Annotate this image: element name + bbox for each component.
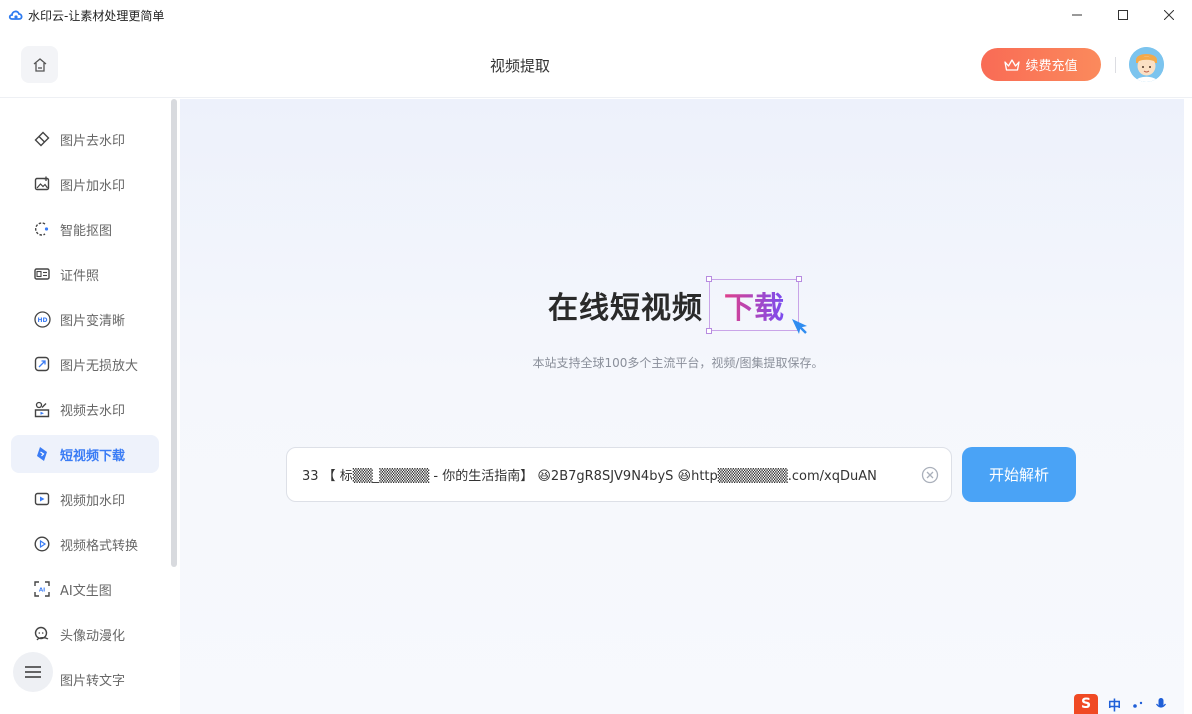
sidebar-item-label: AI文生图	[60, 583, 112, 599]
close-icon	[1164, 10, 1174, 20]
sidebar-item-add-image-watermark[interactable]: 图片加水印	[11, 165, 159, 203]
video-add-icon	[33, 490, 51, 508]
minimize-icon	[1072, 14, 1082, 16]
sidebar-item-ai-text-to-image[interactable]: AI AI文生图	[11, 570, 159, 608]
clear-input-icon[interactable]	[921, 466, 939, 484]
video-eraser-icon	[33, 400, 51, 418]
hero-subtitle: 本站支持全球100多个主流平台，视频/图集提取保存。	[532, 356, 824, 370]
download-icon	[33, 445, 51, 463]
hero-highlight-box: 下载	[706, 276, 802, 334]
system-tray: S 中	[1074, 694, 1167, 714]
header-divider	[1115, 57, 1116, 73]
sidebar-item-smart-cutout[interactable]: 智能抠图	[11, 210, 159, 248]
sidebar: 图片去水印 图片加水印 智能抠图 证件照 HD 图片变清晰 图片无损放大 视频去…	[0, 99, 180, 714]
sidebar-item-label: 视频格式转换	[60, 538, 139, 554]
hd-icon: HD	[33, 310, 51, 328]
sidebar-item-label: 图片变清晰	[60, 313, 126, 329]
sidebar-scrollbar[interactable]	[171, 99, 177, 567]
window-title: 水印云-让素材处理更简单	[28, 8, 165, 23]
start-parse-button[interactable]: 开始解析	[962, 447, 1076, 502]
sidebar-item-label: 视频去水印	[60, 403, 126, 419]
hero-heading: 在线短视频 下载	[548, 276, 802, 334]
window-edge	[1184, 99, 1192, 714]
sidebar-item-label: 短视频下载	[60, 448, 126, 464]
sidebar-item-video-format-convert[interactable]: 视频格式转换	[11, 525, 159, 563]
sidebar-item-id-photo[interactable]: 证件照	[11, 255, 159, 293]
ime-language-indicator[interactable]: 中	[1108, 695, 1121, 714]
minimize-button[interactable]	[1054, 0, 1100, 30]
ime-punctuation-icon[interactable]	[1131, 697, 1145, 711]
id-card-icon	[33, 265, 51, 283]
hero-highlight-text: 下载	[724, 283, 784, 327]
svg-text:HD: HD	[37, 317, 47, 324]
sidebar-item-label: 图片转文字	[60, 673, 126, 689]
sidebar-item-label: 图片加水印	[60, 178, 126, 194]
sidebar-item-add-video-watermark[interactable]: 视频加水印	[11, 480, 159, 518]
page-title: 视频提取	[489, 57, 550, 75]
main-panel	[180, 99, 1184, 714]
sidebar-item-short-video-download[interactable]: 短视频下载	[11, 435, 159, 473]
format-convert-icon	[33, 535, 51, 553]
sidebar-item-label: 证件照	[60, 268, 100, 284]
video-url-value[interactable]: 33 【 标▒▒_▒▒▒▒▒ - 你的生活指南】 😆2B7gR8SJV9N4by…	[302, 465, 912, 484]
selection-handle	[796, 276, 802, 282]
maximize-icon	[1118, 10, 1128, 20]
svg-text:AI: AI	[39, 588, 45, 594]
sidebar-item-label: 图片去水印	[60, 133, 126, 149]
hero-title: 在线短视频	[548, 291, 703, 326]
eraser-icon	[33, 130, 51, 148]
hamburger-menu-icon	[25, 666, 41, 678]
close-button[interactable]	[1146, 0, 1192, 30]
menu-button[interactable]	[13, 652, 53, 692]
selection-handle	[706, 276, 712, 282]
app-header: 视频提取 续费充值	[0, 30, 1192, 98]
sidebar-item-label: 智能抠图	[60, 223, 113, 239]
vip-renew-label: 续费充值	[1025, 59, 1078, 74]
sidebar-item-label: 视频加水印	[60, 493, 126, 509]
cutout-icon	[33, 220, 51, 238]
selection-handle	[706, 328, 712, 334]
cursor-arrow-icon	[792, 319, 807, 334]
microphone-icon[interactable]	[1155, 697, 1167, 711]
ai-image-icon: AI	[33, 580, 51, 598]
vip-renew-button[interactable]: 续费充值	[981, 48, 1101, 81]
title-bar: 水印云-让素材处理更简单	[0, 0, 1192, 30]
maximize-button[interactable]	[1100, 0, 1146, 30]
video-url-input[interactable]: 33 【 标▒▒_▒▒▒▒▒ - 你的生活指南】 😆2B7gR8SJV9N4by…	[286, 447, 952, 502]
ime-logo-icon[interactable]: S	[1074, 694, 1098, 714]
sidebar-item-remove-video-watermark[interactable]: 视频去水印	[11, 390, 159, 428]
sidebar-item-remove-image-watermark[interactable]: 图片去水印	[11, 120, 159, 158]
user-avatar[interactable]	[1129, 47, 1164, 82]
sidebar-item-avatar-anime[interactable]: 头像动漫化	[11, 615, 159, 653]
window-controls	[1054, 0, 1192, 30]
sidebar-item-image-enhance[interactable]: HD 图片变清晰	[11, 300, 159, 338]
sidebar-item-label: 头像动漫化	[60, 628, 126, 644]
crown-icon	[1004, 58, 1021, 71]
avatar-anime-icon	[33, 625, 51, 643]
image-add-icon	[33, 175, 51, 193]
cloud-logo-icon	[8, 7, 24, 23]
